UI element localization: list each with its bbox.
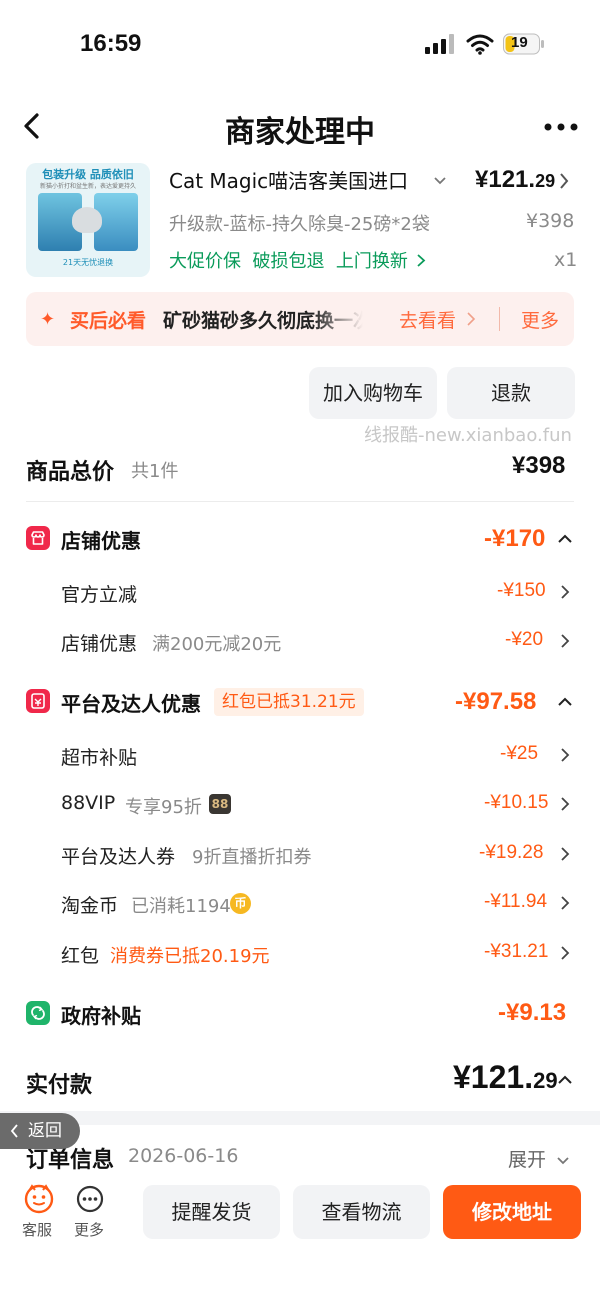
shop-discount-value[interactable]: -¥170 <box>484 525 545 553</box>
discount-item-value[interactable]: -¥10.15 <box>484 792 548 814</box>
discount-item-label: 超市补贴 <box>61 747 138 769</box>
more-icon[interactable] <box>76 1185 104 1213</box>
remind-shipping-button[interactable]: 提醒发货 <box>143 1185 280 1239</box>
original-price: ¥398 <box>526 210 575 232</box>
chevron-left-icon <box>10 1124 18 1138</box>
thumb-title: 包装升级 品质依旧 <box>42 168 134 181</box>
chevron-right-icon[interactable] <box>560 846 570 862</box>
discount-item-value[interactable]: -¥11.94 <box>484 891 547 913</box>
add-to-cart-button[interactable]: 加入购物车 <box>309 367 437 419</box>
total-value: ¥398 <box>512 452 566 479</box>
paid-value-int: ¥121. <box>453 1059 534 1095</box>
tip-text: 矿砂猫砂多久彻底换一次 <box>163 310 363 332</box>
government-subsidy-icon <box>26 1001 50 1025</box>
platform-discount-value[interactable]: -¥97.58 <box>455 688 536 716</box>
chevron-right-icon[interactable] <box>560 747 570 763</box>
cellular-signal-icon <box>425 34 454 54</box>
status-time: 16:59 <box>80 30 142 57</box>
discount-item-label: 88VIP <box>61 792 116 814</box>
discount-item-label: 平台及达人券 <box>61 846 176 868</box>
chevron-up-icon[interactable] <box>557 1075 573 1085</box>
chevron-right-icon[interactable] <box>560 945 570 961</box>
discount-item-value[interactable]: -¥19.28 <box>479 842 543 864</box>
discount-item-value[interactable]: -¥150 <box>497 580 546 602</box>
discount-item-note: 9折直播折扣券 <box>192 847 312 868</box>
chevron-up-icon[interactable] <box>557 697 573 707</box>
battery-icon: 19 <box>503 33 545 55</box>
service-promises[interactable]: 大促价保 破损包退 上门换新 <box>169 247 426 273</box>
chevron-up-icon[interactable] <box>557 534 573 544</box>
chevron-right-icon[interactable] <box>560 895 570 911</box>
product-name[interactable]: Cat Magic喵洁客美国进口 <box>169 165 429 194</box>
discount-item-label: 店铺优惠 <box>61 633 138 655</box>
discount-item-label: 红包 <box>61 945 100 967</box>
discount-item-note: 已消耗1194 <box>131 896 231 917</box>
tip-go-link[interactable]: 去看看 <box>399 306 456 333</box>
discount-item-note: 消费券已抵20.19元 <box>110 946 270 967</box>
chevron-down-icon <box>557 1157 569 1165</box>
service-promises-text: 大促价保 破损包退 上门换新 <box>169 251 408 272</box>
refund-button[interactable]: 退款 <box>447 367 575 419</box>
customer-service-icon[interactable] <box>23 1183 55 1215</box>
discount-item-value[interactable]: -¥20 <box>505 629 543 651</box>
total-label: 商品总价 <box>26 460 115 485</box>
discount-item-note: 满200元减20元 <box>152 634 282 655</box>
section-divider <box>0 1111 600 1125</box>
tip-label: 买后必看 <box>70 310 147 332</box>
product-price-int: ¥121. <box>475 166 536 193</box>
change-address-button[interactable]: 修改地址 <box>443 1185 581 1239</box>
discount-item-value[interactable]: -¥25 <box>500 743 538 765</box>
thumb-footer: 21天无忧退换 <box>62 258 114 267</box>
chevron-right-icon[interactable] <box>560 584 570 600</box>
customer-service-label[interactable]: 客服 <box>22 1219 52 1240</box>
chevron-right-icon[interactable] <box>560 796 570 812</box>
page-title: 商家处理中 <box>225 115 375 150</box>
battery-level: 19 <box>511 34 528 51</box>
total-count: 共1件 <box>131 461 179 482</box>
product-price-dec: 29 <box>535 171 556 191</box>
chevron-down-icon[interactable] <box>433 175 447 187</box>
coin-icon: 币 <box>230 893 251 914</box>
product-quantity: x1 <box>554 249 578 271</box>
sparkle-icon: ✦ <box>40 309 56 330</box>
chevron-right-icon <box>417 254 425 267</box>
product-sku: 升级款-蓝标-持久除臭-25磅*2袋 <box>169 214 430 235</box>
vip-88-badge: 88 <box>209 794 231 814</box>
chevron-right-icon <box>467 312 476 326</box>
expand-button[interactable]: 展开 <box>508 1145 570 1172</box>
chevron-right-icon[interactable] <box>558 172 570 190</box>
discount-item-value[interactable]: -¥31.21 <box>484 941 548 963</box>
divider <box>26 501 574 502</box>
shop-discount-title: 店铺优惠 <box>61 529 141 553</box>
product-thumbnail[interactable]: 包装升级 品质依旧 新猫小折打和盆生新，表达爱更持久 21天无忧退换 <box>26 163 150 277</box>
cat-image <box>72 207 102 233</box>
paid-label: 实付款 <box>26 1073 93 1098</box>
divider <box>499 307 500 331</box>
watermark-text: 线报酷-new.xianbao.fun <box>364 425 572 446</box>
paid-value: ¥121.29 <box>453 1059 558 1096</box>
more-label[interactable]: 更多 <box>74 1219 104 1240</box>
paid-value-dec: 29 <box>533 1068 558 1093</box>
chevron-right-icon[interactable] <box>560 633 570 649</box>
expand-label: 展开 <box>508 1149 547 1171</box>
gov-subsidy-title: 政府补贴 <box>61 1004 141 1028</box>
wifi-icon <box>466 34 494 55</box>
discount-item-label: 官方立减 <box>61 584 138 606</box>
product-price: ¥121.29 <box>475 166 555 194</box>
coupon-icon <box>26 689 50 713</box>
tip-more-link[interactable]: 更多 <box>521 306 559 333</box>
platform-discount-title: 平台及达人优惠 <box>61 692 201 716</box>
discount-item-label: 淘金币 <box>61 895 119 917</box>
gov-subsidy-value: -¥9.13 <box>498 999 567 1026</box>
view-logistics-button[interactable]: 查看物流 <box>293 1185 430 1239</box>
thumb-subtitle: 新猫小折打和盆生新，表达爱更持久 <box>39 183 136 190</box>
order-date: 2026-06-16 <box>128 1145 239 1167</box>
discount-item-note: 专享95折 <box>125 797 202 818</box>
more-options-icon[interactable] <box>542 120 580 134</box>
red-packet-tag: 红包已抵31.21元 <box>214 688 364 716</box>
back-pill-label: 返回 <box>28 1121 62 1141</box>
shop-icon <box>26 526 50 550</box>
